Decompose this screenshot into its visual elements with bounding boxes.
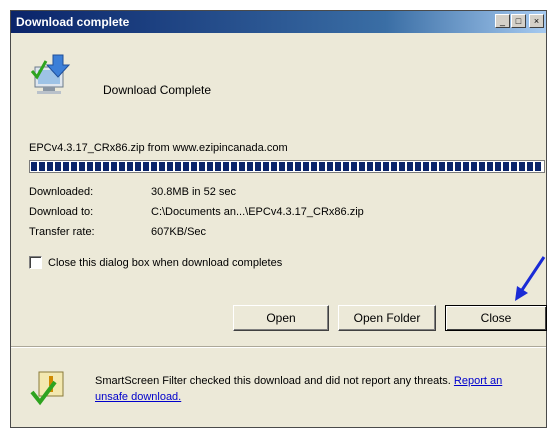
maximize-button[interactable]: □ [511,14,526,28]
downloaded-label: Downloaded: [29,186,94,198]
downloaded-row: Downloaded: 30.8MB in 52 sec [29,186,236,198]
close-when-complete-label[interactable]: Close this dialog box when download comp… [48,257,282,269]
progress-bar [29,160,545,173]
title-close-button[interactable]: × [529,14,544,28]
transfer-rate-label: Transfer rate: [29,226,95,238]
downloaded-value: 30.8MB in 52 sec [151,186,236,198]
pointer-arrow-icon [511,255,547,308]
download-to-label: Download to: [29,206,94,218]
minimize-button[interactable]: _ [495,14,510,28]
window-title: Download complete [16,15,130,29]
shield-check-icon [29,368,69,411]
smartscreen-message: SmartScreen Filter checked this download… [95,373,535,405]
transfer-rate-row: Transfer rate: 607KB/Sec [29,226,206,238]
download-complete-dialog: Download complete _ □ × Download Complet… [10,10,547,428]
file-source-text: EPCv4.3.17_CRx86.zip from www.ezipincana… [29,142,288,154]
download-to-row: Download to: C:\Documents an...\EPCv4.3.1… [29,206,364,218]
title-bar[interactable]: Download complete _ □ × [11,11,546,33]
computer-download-icon [29,53,75,102]
close-button[interactable]: Close [445,305,547,331]
footer-divider [11,346,546,348]
open-button[interactable]: Open [233,305,329,331]
header-text: Download Complete [103,83,212,97]
download-to-value: C:\Documents an...\EPCv4.3.17_CRx86.zip [151,206,364,218]
smartscreen-text: SmartScreen Filter checked this download… [95,375,451,387]
transfer-rate-value: 607KB/Sec [151,226,207,238]
open-folder-button[interactable]: Open Folder [338,305,436,331]
close-when-complete-checkbox[interactable] [29,256,42,269]
progress-fill [31,162,543,171]
close-when-complete-option[interactable]: Close this dialog box when download comp… [29,256,282,269]
